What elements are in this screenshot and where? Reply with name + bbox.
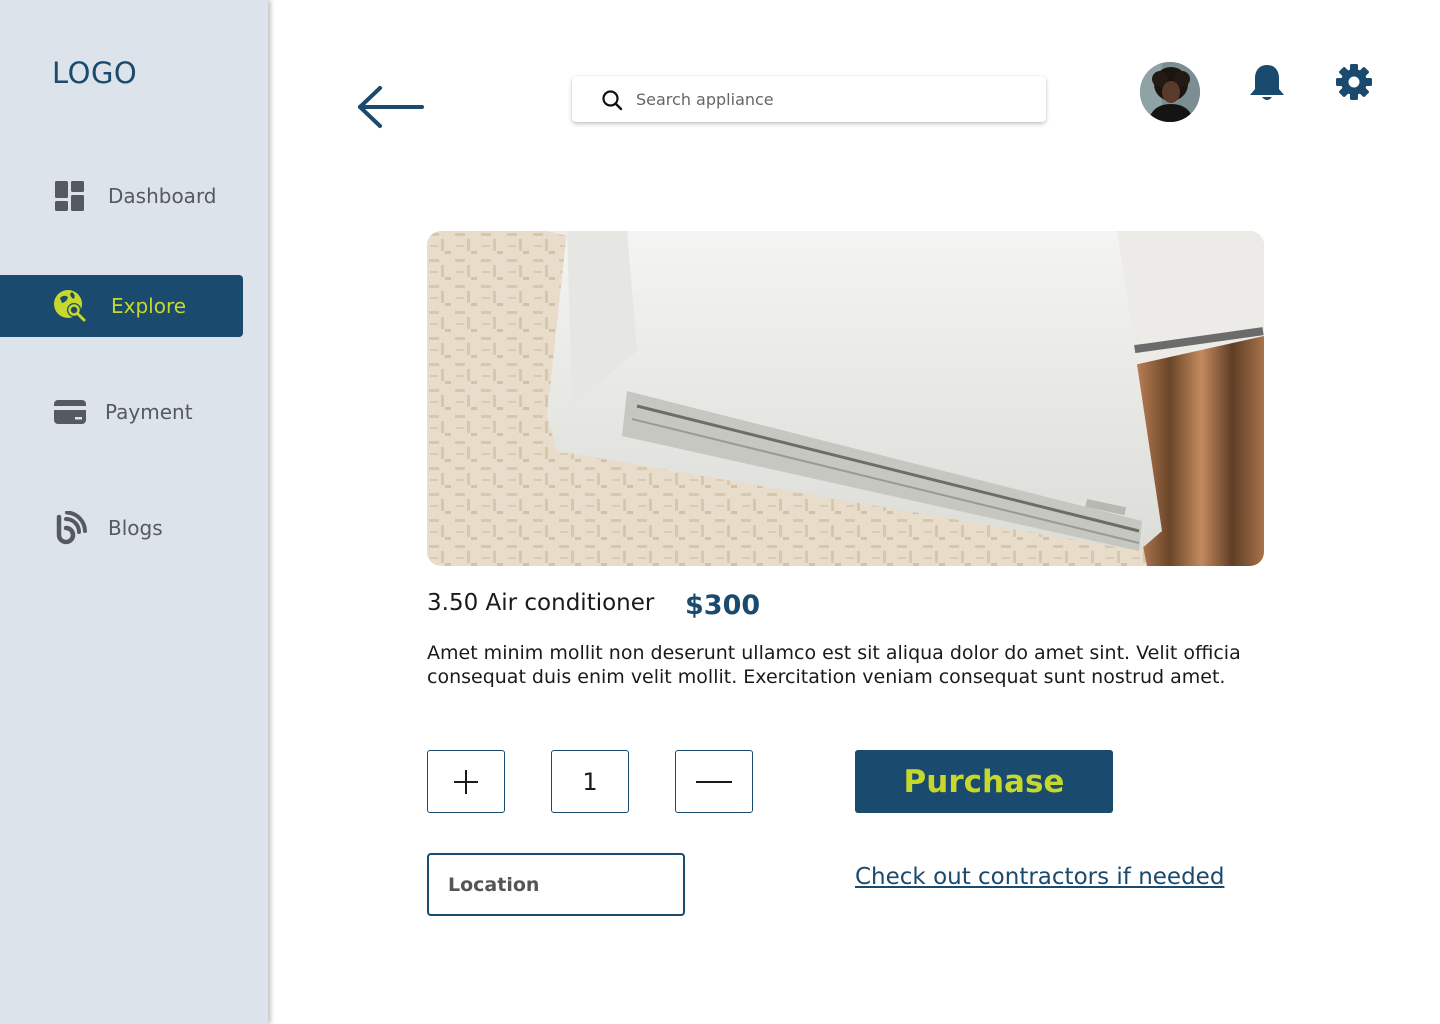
search-input[interactable]	[636, 84, 1026, 114]
sidebar-item-label: Payment	[105, 400, 193, 424]
notifications-button[interactable]	[1246, 62, 1288, 104]
sidebar-item-label: Dashboard	[108, 184, 217, 208]
location-input[interactable]	[427, 853, 685, 916]
logo: LOGO	[52, 56, 138, 90]
back-button[interactable]	[355, 84, 427, 132]
contractors-link[interactable]: Check out contractors if needed	[855, 864, 1224, 890]
dashboard-icon	[52, 178, 88, 214]
plus-icon	[454, 769, 478, 794]
quantity-value: 1	[582, 767, 598, 796]
settings-button[interactable]	[1334, 62, 1374, 102]
sidebar-item-payment[interactable]: Payment	[0, 381, 243, 443]
credit-card-icon	[52, 394, 88, 430]
sidebar-item-dashboard[interactable]: Dashboard	[0, 165, 243, 227]
bell-icon	[1250, 65, 1284, 100]
quantity-display[interactable]: 1	[551, 750, 629, 813]
user-avatar	[1140, 62, 1200, 122]
blog-icon	[52, 510, 88, 546]
sidebar-item-explore[interactable]: Explore	[0, 275, 243, 337]
product-description: Amet minim mollit non deserunt ullamco e…	[427, 642, 1241, 688]
increment-button[interactable]	[427, 750, 505, 813]
sidebar-item-blogs[interactable]: Blogs	[0, 497, 243, 559]
air-conditioner-image	[427, 231, 1264, 566]
sidebar-item-label: Explore	[111, 294, 187, 318]
search-bar	[572, 76, 1046, 122]
product-name: 3.50 Air conditioner	[427, 590, 655, 616]
product-image	[427, 231, 1264, 566]
product-price: $300	[685, 590, 761, 621]
sidebar: LOGO Dashboard Explore Payment Blogs	[0, 0, 268, 1024]
avatar[interactable]	[1140, 62, 1200, 122]
gear-icon	[1336, 64, 1372, 100]
minus-icon	[696, 780, 732, 783]
explore-icon	[52, 288, 88, 324]
purchase-button[interactable]: Purchase	[855, 750, 1113, 813]
decrement-button[interactable]	[675, 750, 753, 813]
search-icon	[600, 88, 624, 112]
arrow-left-icon	[358, 86, 424, 128]
sidebar-item-label: Blogs	[108, 516, 163, 540]
